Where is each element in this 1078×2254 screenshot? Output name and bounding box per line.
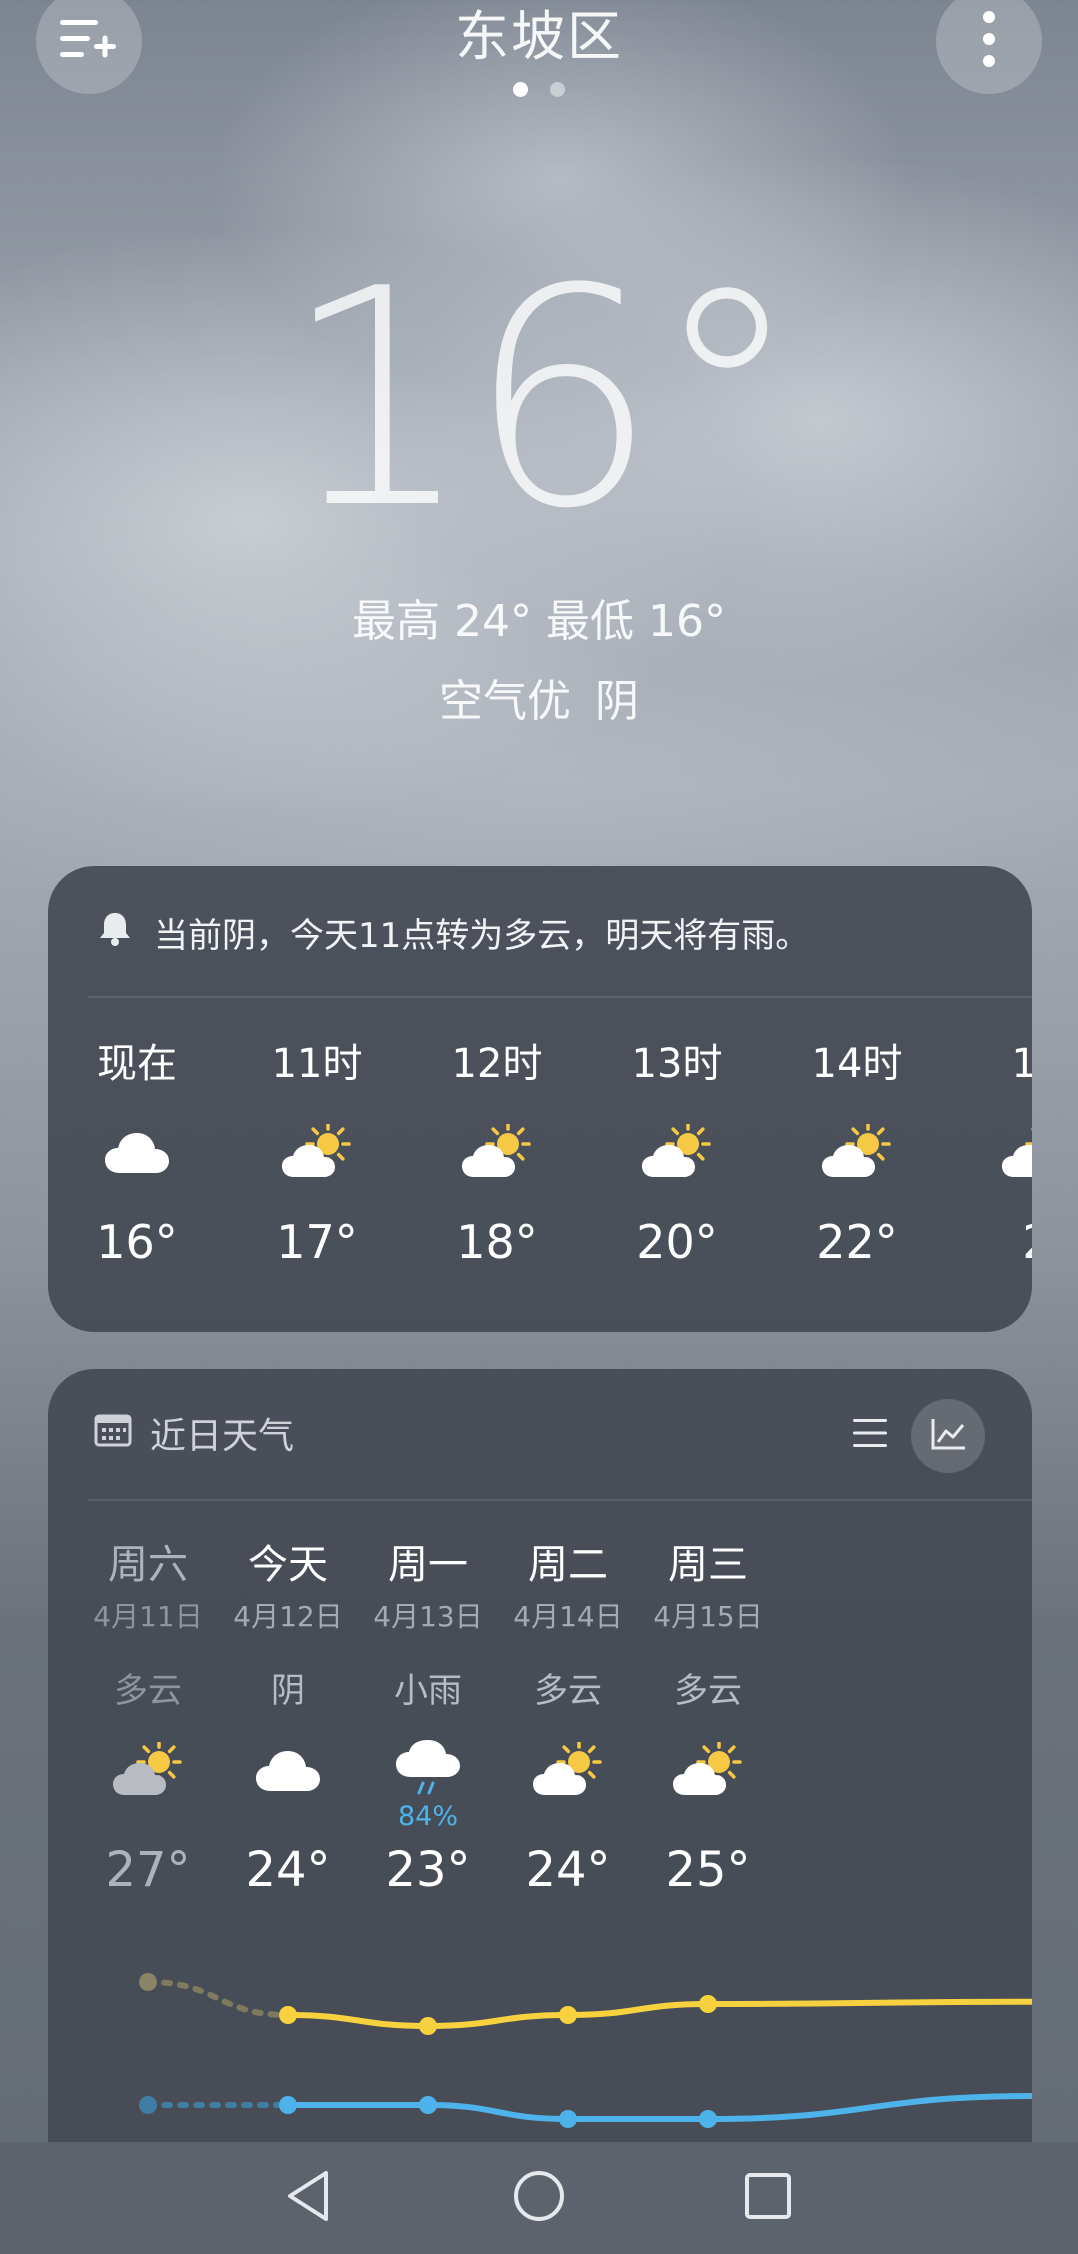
hourly-item: 13时 20° [617,1036,737,1272]
hour-temperature: 17° [276,1215,358,1269]
hour-time: 14时 [811,1041,903,1087]
high-trend-past-segment [145,1979,291,2018]
daily-forecast-card[interactable]: 近日天气 周六 4月11日 多云 27° 今天 4月12日阴 24° 周一 4月13日 小雨 84%… [48,1369,1032,2254]
low-trend-point [139,2096,157,2114]
partly-cloudy-icon [617,1092,737,1212]
high-trend-point [699,1995,717,2013]
high-trend-point [279,2006,297,2024]
bell-icon [96,909,134,956]
low-trend-point [279,2096,297,2114]
high-trend-point [419,2017,437,2035]
temperature-trend-chart [139,1973,1032,2128]
hourly-item: 12时 18° [437,1036,557,1272]
hourly-forecast-card[interactable]: 当前阴，今天11点转为多云，明天将有雨。 现在 16° 11时 17° 12时 18° 13… [48,866,1032,1332]
recents-button[interactable] [728,2164,808,2232]
low-trend-point [559,2110,577,2128]
city-title: 东坡区 [455,5,623,68]
current-temperature: 16° [282,225,802,574]
alert-text: 当前阴，今天11点转为多云，明天将有雨。 [154,915,810,956]
cloudy-icon [77,1092,197,1212]
hour-temperature: 20° [636,1215,718,1269]
hour-time: 12时 [451,1041,543,1087]
page-dot-2 [550,82,565,97]
low-trend-point [419,2096,437,2114]
hour-time: 13时 [631,1041,723,1087]
page-indicator [0,82,1078,97]
more-options-button[interactable] [936,0,1042,94]
hourly-item: 14时 22° [797,1036,917,1272]
partly-cloudy-icon [977,1092,1032,1212]
partly-cloudy-icon [797,1092,917,1212]
hour-time: 15 [1011,1041,1032,1087]
hourly-item: 现在 16° [77,1036,197,1272]
hour-time: 11时 [271,1041,363,1087]
partly-cloudy-icon [437,1092,557,1212]
hourly-item: 15 2 [977,1036,1032,1272]
hour-temperature: 22° [816,1215,898,1269]
back-triangle-icon [284,2169,332,2227]
home-button[interactable] [499,2164,579,2232]
recents-square-icon [743,2171,793,2225]
hour-temperature: 18° [456,1215,538,1269]
hour-time: 现在 [97,1041,177,1087]
low-trend-line [285,2093,1032,2122]
home-circle-icon [512,2169,566,2227]
high-trend-point [139,1973,157,1991]
high-low-temperature: 最高 24° 最低 16° [352,596,726,647]
back-button[interactable] [268,2164,348,2232]
hour-temperature: 16° [96,1215,178,1269]
page-dot-1 [513,82,528,97]
high-trend-line [285,1998,1032,2030]
hour-temperature: 2 [977,1212,1032,1272]
more-vertical-icon [982,9,996,73]
high-trend-point [559,2006,577,2024]
hourly-divider [88,996,1032,998]
weather-alert: 当前阴，今天11点转为多云，明天将有雨。 [96,902,809,962]
system-navigation-bar [0,2142,1078,2254]
partly-cloudy-icon [257,1092,377,1212]
hourly-item: 11时 17° [257,1036,377,1272]
low-trend-point [699,2110,717,2128]
air-quality-condition: 空气优 阴 [439,676,639,727]
